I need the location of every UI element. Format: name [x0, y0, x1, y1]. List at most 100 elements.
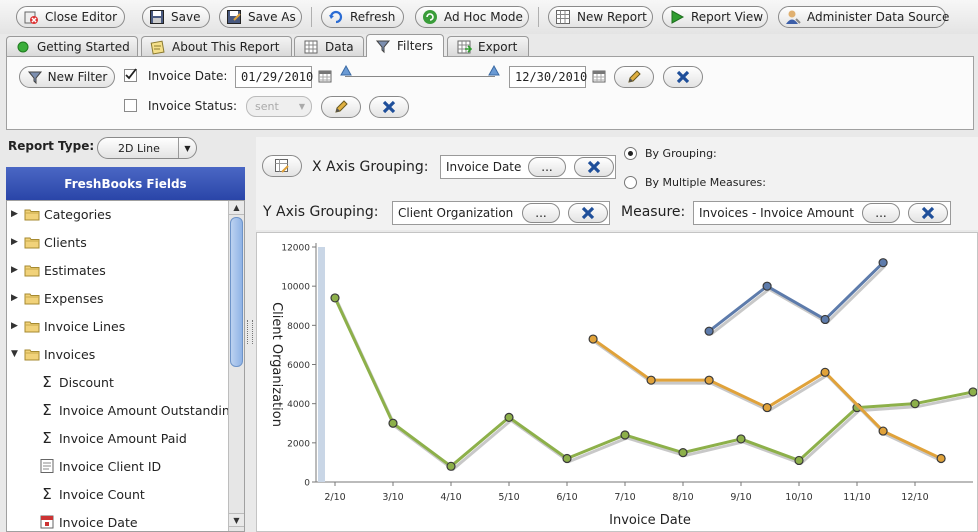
tree-item[interactable]: Σ Invoice Count	[39, 484, 145, 504]
data-point	[968, 387, 978, 397]
expand-down-icon[interactable]: ▼	[11, 349, 20, 359]
x-axis-title: Invoice Date	[609, 513, 691, 528]
invoice-status-select[interactable]: sent ▼	[246, 96, 312, 117]
calendar-icon[interactable]	[592, 69, 608, 85]
tree-item-label: Clients	[44, 234, 87, 250]
folder-icon	[24, 262, 40, 278]
data-point	[936, 453, 946, 464]
tree-item[interactable]: ▼ Invoices	[11, 344, 95, 364]
close-x-icon	[586, 159, 602, 175]
save-button[interactable]: Save	[142, 6, 210, 28]
y-axis-clear-button[interactable]	[568, 203, 608, 223]
tab-about-this-report[interactable]: About This Report	[141, 36, 292, 56]
tree-item-label: Estimates	[44, 262, 106, 278]
tree-item[interactable]: Σ Discount	[39, 372, 114, 392]
refresh-icon	[328, 9, 344, 25]
tab-label: Getting Started	[37, 39, 130, 54]
funnel-icon	[375, 38, 391, 54]
sigma-icon: Σ	[42, 373, 52, 391]
report-type-select[interactable]: 2D Line ▼	[97, 137, 197, 159]
fields-panel-title: FreshBooks Fields	[6, 167, 245, 200]
measure-browse-button[interactable]: ...	[862, 203, 900, 223]
scrollbar[interactable]: ▲ ▼	[228, 201, 244, 531]
x-tick-label: 4/10	[440, 492, 461, 503]
tree-item[interactable]: Invoice Date	[39, 512, 138, 531]
toolbar-divider	[538, 7, 539, 27]
save-as-icon	[226, 9, 242, 25]
expand-right-icon[interactable]: ▶	[11, 293, 20, 303]
invoice-date-checkbox[interactable]	[124, 68, 137, 82]
save-as-button[interactable]: Save As	[219, 6, 302, 28]
scroll-up-button[interactable]: ▲	[229, 201, 244, 215]
sigma-icon: Σ	[42, 401, 52, 419]
tree-item[interactable]: Σ Invoice Amount Paid	[39, 428, 187, 448]
new-filter-button[interactable]: New Filter	[19, 66, 115, 88]
new-report-button[interactable]: New Report	[548, 6, 653, 28]
browse-label: ...	[875, 206, 887, 220]
swap-axes-button[interactable]	[262, 155, 302, 177]
filters-panel: New Filter Invoice Date: 01/29/2010 12/3…	[6, 56, 974, 130]
expand-right-icon[interactable]: ▶	[11, 265, 20, 275]
tree-item[interactable]: Invoice Client ID	[39, 456, 161, 476]
expand-right-icon[interactable]: ▶	[11, 237, 20, 247]
date-range-slider-end-handle[interactable]	[488, 64, 500, 80]
funnel-icon	[27, 69, 43, 85]
x-tick-label: 9/10	[730, 492, 751, 503]
expand-right-icon[interactable]: ▶	[11, 209, 20, 219]
toolbar-divider	[311, 7, 312, 27]
x-axis-browse-button[interactable]: ...	[528, 157, 566, 177]
by-multiple-measures-radio[interactable]	[624, 176, 637, 189]
report-view-button[interactable]: Report View	[662, 6, 768, 28]
tree-item[interactable]: ▶ Expenses	[11, 288, 104, 308]
tab-filters[interactable]: Filters	[366, 34, 444, 57]
y-axis-title: Client Organization	[269, 302, 284, 427]
date-to-field[interactable]: 12/30/2010	[509, 66, 587, 88]
ad-hoc-mode-button[interactable]: Ad Hoc Mode	[415, 6, 529, 28]
close-editor-button[interactable]: Close Editor	[16, 6, 125, 28]
calendar-icon	[39, 514, 55, 530]
refresh-button[interactable]: Refresh	[321, 6, 404, 28]
tab-getting-started[interactable]: Getting Started	[6, 36, 138, 56]
tree-item[interactable]: ▶ Invoice Lines	[11, 316, 125, 336]
administer-data-source-button[interactable]: Administer Data Source	[778, 6, 950, 28]
date-from-field[interactable]: 01/29/2010	[235, 66, 313, 88]
tree-item[interactable]: ▶ Clients	[11, 232, 87, 252]
expand-right-icon[interactable]: ▶	[11, 321, 20, 331]
data-point	[762, 402, 772, 413]
chart-container: 0 2000 4000 6000 8000 10000 12000 2/10 3/10 4/10 5…	[256, 232, 978, 532]
folder-icon	[24, 234, 40, 250]
data-point	[504, 412, 514, 422]
scrollbar-thumb[interactable]	[230, 217, 243, 367]
remove-status-filter-button[interactable]	[369, 96, 409, 118]
administer-label: Administer Data Source	[807, 10, 950, 24]
x-axis-clear-button[interactable]	[574, 157, 614, 177]
data-point	[646, 375, 656, 385]
tree-item-label: Invoice Amount Outstanding	[59, 402, 238, 418]
tree-item[interactable]: ▶ Estimates	[11, 260, 106, 280]
remove-filter-button[interactable]	[663, 66, 703, 88]
tab-export[interactable]: Export	[447, 36, 529, 56]
x-tick-label: 7/10	[614, 492, 635, 503]
tab-label: Export	[478, 39, 518, 54]
report-type-value: 2D Line	[118, 141, 160, 155]
axis-config-panel: X Axis Grouping: Invoice Date ... By Gro…	[256, 137, 978, 230]
date-range-slider-start-handle[interactable]	[340, 64, 352, 80]
y-axis-browse-button[interactable]: ...	[522, 203, 560, 223]
date-range-slider-track	[345, 76, 495, 77]
tree-item[interactable]: Σ Invoice Amount Outstanding	[39, 400, 238, 420]
edit-filter-button[interactable]	[614, 66, 654, 88]
edit-status-filter-button[interactable]	[321, 96, 361, 118]
pane-splitter-handle[interactable]	[247, 320, 253, 344]
scroll-down-button[interactable]: ▼	[229, 513, 244, 527]
save-icon	[149, 9, 165, 25]
calendar-icon[interactable]	[318, 69, 334, 85]
data-point	[820, 314, 830, 325]
tree-item[interactable]: ▶ Categories	[11, 204, 111, 224]
data-point	[446, 461, 456, 471]
new-report-label: New Report	[577, 10, 647, 24]
tree-item-label: Invoice Date	[59, 514, 138, 530]
by-grouping-radio[interactable]	[624, 147, 637, 160]
invoice-status-checkbox[interactable]	[124, 99, 137, 112]
measure-clear-button[interactable]	[908, 203, 948, 223]
tab-data[interactable]: Data	[294, 36, 364, 56]
